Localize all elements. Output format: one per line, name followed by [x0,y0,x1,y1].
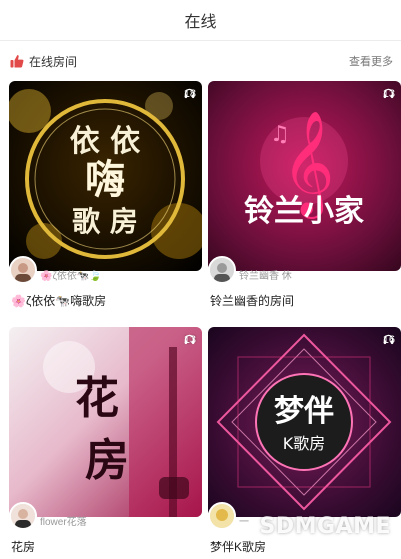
thumbs-up-icon [10,55,24,68]
room-cover: 𝄞 ♫ 铃兰小家 13 [208,81,401,271]
svg-text:嗨: 嗨 [85,156,125,203]
section-title-group: 在线房间 [10,53,77,70]
room-card[interactable]: 花 房 13 flower花落 花房 [9,327,202,559]
see-more-link[interactable]: 查看更多 [349,53,393,69]
room-cover: 花 房 13 [9,327,202,517]
room-cover: 梦伴 K歌房 16 [208,327,401,517]
host-info: 🌸ζ依依🐄🍃 [9,256,102,284]
host-name: 🌸ζ依依🐄🍃 [40,271,102,282]
svg-text:铃兰小家: 铃兰小家 [244,194,364,229]
host-info: 一 [208,502,249,530]
watermark: SDMGAME [259,514,391,539]
avatar[interactable] [208,502,236,530]
room-card[interactable]: 依 依 嗨 歌 房 18 🌸ζ依依🐄🍃 🌸ζ依依🐄嗨歌房 [9,81,202,313]
room-cover: 依 依 嗨 歌 房 18 [9,81,202,271]
top-bar: 在线 [0,0,401,41]
avatar[interactable] [9,502,37,530]
section-header: 在线房间 查看更多 [10,52,393,70]
room-name: 花房 [11,540,36,554]
avatar[interactable] [208,256,236,284]
listener-count: 18 [184,88,196,100]
host-info: 铃兰幽香 休 [208,256,292,284]
host-info: flower花落 [9,502,87,530]
room-name: 🌸ζ依依🐄嗨歌房 [11,294,107,308]
listener-count: 13 [383,88,395,100]
avatar[interactable] [9,256,37,284]
headphone-icon [184,88,195,99]
host-name: 铃兰幽香 休 [239,271,292,282]
svg-text:花: 花 [75,373,119,424]
page-title: 在线 [184,14,217,31]
watermark-text: SDMGAME [259,514,391,539]
room-card[interactable]: 𝄞 ♫ 铃兰小家 13 铃兰幽香 休 铃兰幽香的房间 [208,81,401,313]
headphone-icon [383,334,394,345]
host-name: flower花落 [40,517,87,528]
svg-text:歌 房: 歌 房 [72,205,138,238]
listener-count: 16 [383,334,395,346]
svg-text:房: 房 [85,435,129,486]
headphone-icon [184,334,195,345]
headphone-icon [383,88,394,99]
cover-title-line2: K歌房 [283,434,326,453]
host-name: 一 [239,517,249,528]
section-title: 在线房间 [29,54,78,69]
svg-text:依 依: 依 依 [70,124,141,159]
cover-title-line1: 梦伴 [274,394,334,429]
room-name: 梦伴K歌房 [210,540,267,554]
listener-count: 13 [184,334,196,346]
svg-text:♫: ♫ [270,122,290,147]
room-name: 铃兰幽香的房间 [210,294,295,308]
